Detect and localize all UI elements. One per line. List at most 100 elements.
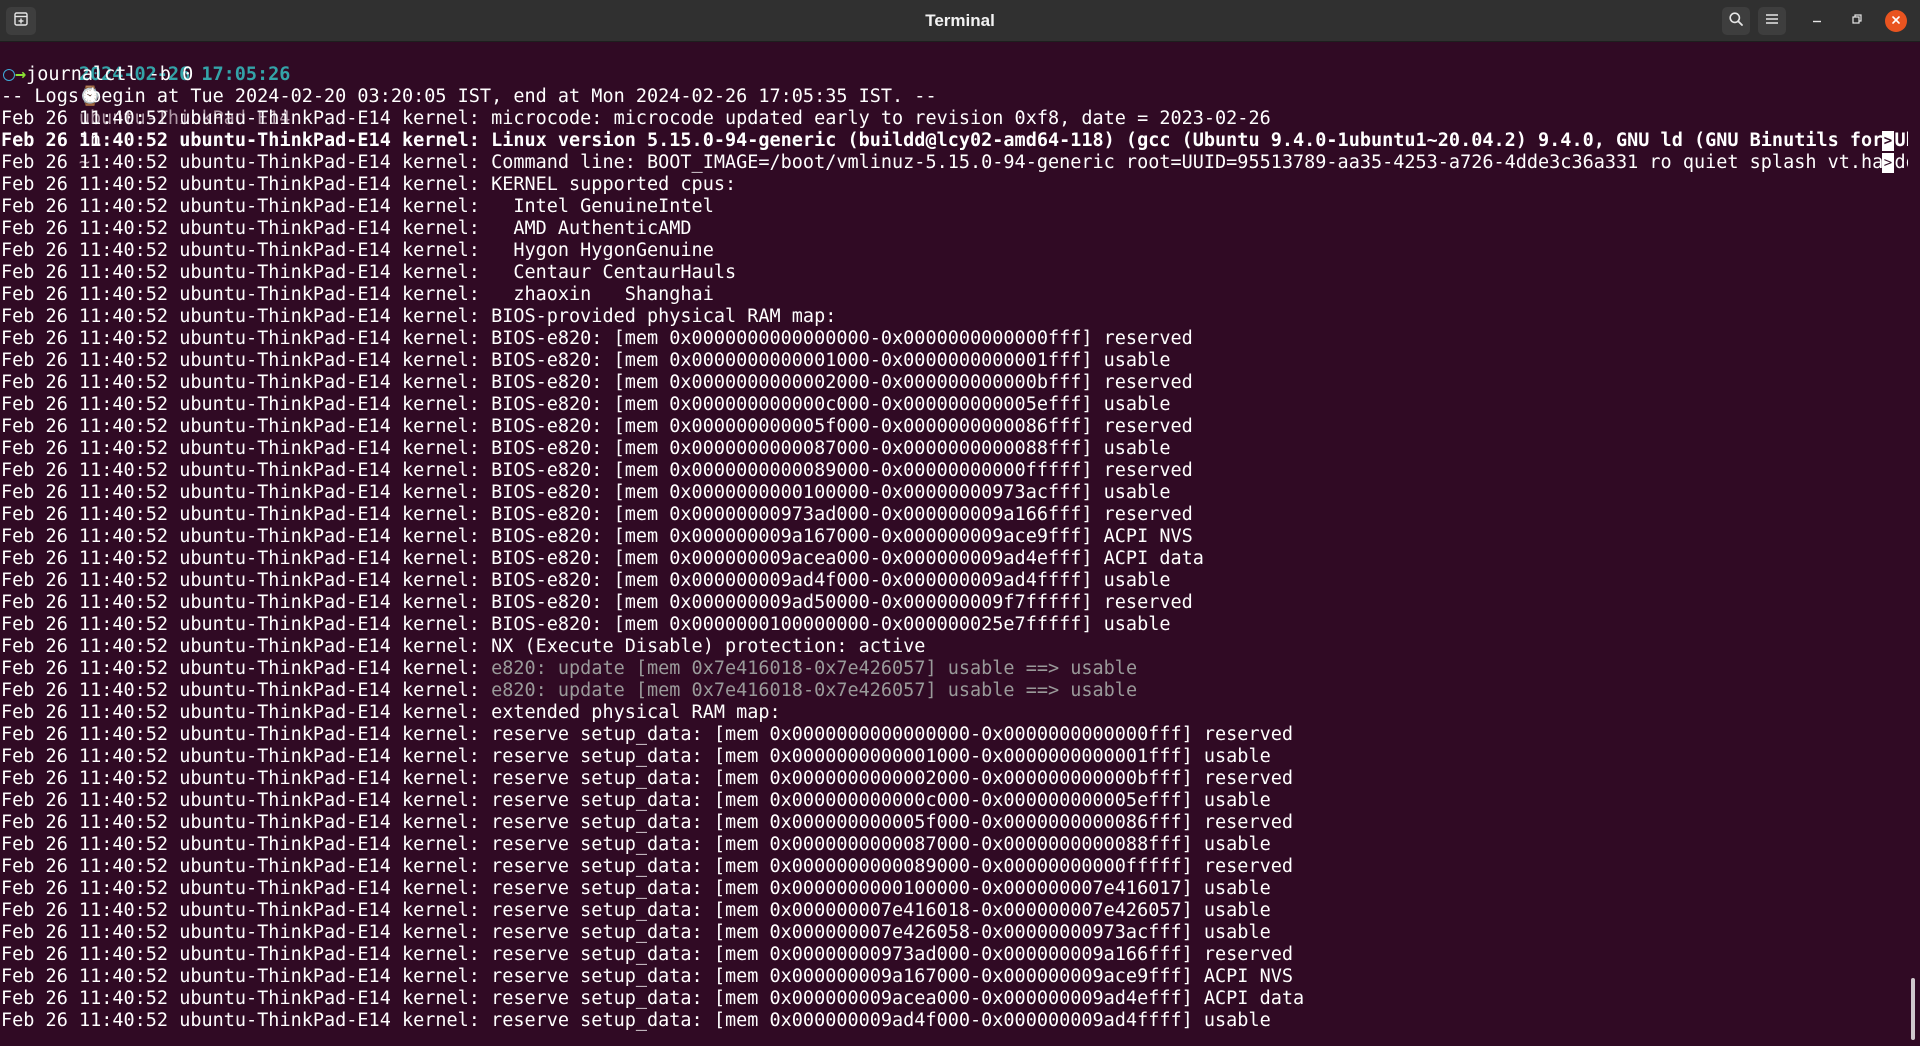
log-line-text: Feb 26 11:40:52 ubuntu-ThinkPad-E14 kern… [1, 944, 1294, 965]
log-line-text: Feb 26 11:40:52 ubuntu-ThinkPad-E14 kern… [1, 1010, 1271, 1031]
log-line: Feb 26 11:40:52 ubuntu-ThinkPad-E14 kern… [0, 878, 1908, 900]
log-line-text: Feb 26 11:40:52 ubuntu-ThinkPad-E14 kern… [1, 196, 714, 217]
log-line: Feb 26 11:40:52 ubuntu-ThinkPad-E14 kern… [0, 702, 1908, 724]
log-line-text: Feb 26 11:40:52 ubuntu-ThinkPad-E14 kern… [1, 834, 1271, 855]
menu-button[interactable] [1758, 7, 1786, 35]
log-line: Feb 26 11:40:52 ubuntu-ThinkPad-E14 kern… [0, 504, 1908, 526]
log-line: Feb 26 11:40:52 ubuntu-ThinkPad-E14 kern… [0, 130, 1908, 152]
log-line-text: Feb 26 11:40:52 ubuntu-ThinkPad-E14 kern… [1, 108, 1271, 129]
log-line-text: -- Logs begin at Tue 2024-02-20 03:20:05… [1, 86, 937, 107]
new-tab-icon [13, 11, 29, 32]
log-line: Feb 26 11:40:52 ubuntu-ThinkPad-E14 kern… [0, 218, 1908, 240]
log-line-text: Feb 26 11:40:52 ubuntu-ThinkPad-E14 kern… [1, 878, 1271, 899]
log-line: Feb 26 11:40:52 ubuntu-ThinkPad-E14 kern… [0, 900, 1908, 922]
log-line-text: Feb 26 11:40:52 ubuntu-ThinkPad-E14 kern… [1, 240, 714, 261]
log-line: Feb 26 11:40:52 ubuntu-ThinkPad-E14 kern… [0, 856, 1908, 878]
log-line-text: Feb 26 11:40:52 ubuntu-ThinkPad-E14 kern… [1, 262, 737, 283]
log-line-text: Feb 26 11:40:52 ubuntu-ThinkPad-E14 kern… [1, 372, 1193, 393]
new-tab-button[interactable] [6, 7, 36, 35]
close-button[interactable] [1885, 10, 1907, 32]
log-line: Feb 26 11:40:52 ubuntu-ThinkPad-E14 kern… [0, 482, 1908, 504]
log-line-text: Feb 26 11:40:52 ubuntu-ThinkPad-E14 kern… [1, 614, 1171, 635]
log-line: Feb 26 11:40:52 ubuntu-ThinkPad-E14 kern… [0, 284, 1908, 306]
log-line-text: Feb 26 11:40:52 ubuntu-ThinkPad-E14 kern… [1, 174, 737, 195]
log-line: Feb 26 11:40:52 ubuntu-ThinkPad-E14 kern… [0, 328, 1908, 350]
log-line: -- Logs begin at Tue 2024-02-20 03:20:05… [0, 86, 1908, 108]
log-output: -- Logs begin at Tue 2024-02-20 03:20:05… [0, 86, 1908, 1032]
log-line: Feb 26 11:40:52 ubuntu-ThinkPad-E14 kern… [0, 570, 1908, 592]
terminal-output[interactable]: 2024-02-26 17:05:26 ⌚ ubuntu-ThinkPad-E1… [0, 42, 1908, 1046]
log-line-text: Feb 26 11:40:52 ubuntu-ThinkPad-E14 kern… [1, 218, 692, 239]
log-line: Feb 26 11:40:52 ubuntu-ThinkPad-E14 kern… [0, 812, 1908, 834]
search-icon [1728, 11, 1744, 32]
log-line-text: Feb 26 11:40:52 ubuntu-ThinkPad-E14 kern… [1, 394, 1171, 415]
log-line: Feb 26 11:40:52 ubuntu-ThinkPad-E14 kern… [0, 108, 1908, 130]
log-line: Feb 26 11:40:52 ubuntu-ThinkPad-E14 kern… [0, 834, 1908, 856]
log-line-text: Feb 26 11:40:52 ubuntu-ThinkPad-E14 kern… [1, 438, 1171, 459]
log-line: Feb 26 11:40:52 ubuntu-ThinkPad-E14 kern… [0, 988, 1908, 1010]
log-line-text: Feb 26 11:40:52 ubuntu-ThinkPad-E14 kern… [1, 988, 1305, 1009]
close-icon [1891, 12, 1901, 30]
scrollbar-thumb[interactable] [1911, 978, 1915, 1040]
log-line: Feb 26 11:40:52 ubuntu-ThinkPad-E14 kern… [0, 174, 1908, 196]
search-button[interactable] [1722, 7, 1750, 35]
log-line-text: Feb 26 11:40:52 ubuntu-ThinkPad-E14 kern… [1, 812, 1294, 833]
log-line-text: Feb 26 11:40:52 ubuntu-ThinkPad-E14 kern… [1, 570, 1171, 591]
log-line: Feb 26 11:40:52 ubuntu-ThinkPad-E14 kern… [0, 394, 1908, 416]
truncation-marker: > [1882, 131, 1894, 151]
title-bar[interactable]: Terminal [0, 0, 1920, 42]
log-line: Feb 26 11:40:52 ubuntu-ThinkPad-E14 kern… [0, 262, 1908, 284]
log-line-text: Feb 26 11:40:52 ubuntu-ThinkPad-E14 kern… [1, 856, 1294, 877]
truncation-marker: > [1882, 153, 1894, 173]
log-line: Feb 26 11:40:52 ubuntu-ThinkPad-E14 kern… [0, 724, 1908, 746]
log-line: Feb 26 11:40:52 ubuntu-ThinkPad-E14 kern… [0, 240, 1908, 262]
maximize-icon [1851, 12, 1863, 30]
log-line: Feb 26 11:40:52 ubuntu-ThinkPad-E14 kern… [0, 526, 1908, 548]
log-line-text: Feb 26 11:40:52 ubuntu-ThinkPad-E14 kern… [1, 790, 1271, 811]
hamburger-menu-icon [1765, 12, 1779, 31]
command-text: journalctl -b 0 [26, 64, 194, 85]
log-line-text: Feb 26 11:40:52 ubuntu-ThinkPad-E14 kern… [1, 548, 1204, 569]
log-line: Feb 26 11:40:52 ubuntu-ThinkPad-E14 kern… [0, 438, 1908, 460]
maximize-button[interactable] [1845, 9, 1869, 33]
log-line-text: Feb 26 11:40:52 ubuntu-ThinkPad-E14 kern… [1, 526, 1193, 547]
log-line-dim-text: e820: update [mem 0x7e416018-0x7e426057]… [491, 680, 1138, 701]
log-line: Feb 26 11:40:52 ubuntu-ThinkPad-E14 kern… [0, 592, 1908, 614]
log-line: Feb 26 11:40:52 ubuntu-ThinkPad-E14 kern… [0, 196, 1908, 218]
log-line: Feb 26 11:40:52 ubuntu-ThinkPad-E14 kern… [0, 680, 1908, 702]
log-line-text: Feb 26 11:40:52 ubuntu-ThinkPad-E14 kern… [1, 306, 837, 327]
log-line: Feb 26 11:40:52 ubuntu-ThinkPad-E14 kern… [0, 416, 1908, 438]
log-line-text: Feb 26 11:40:52 ubuntu-ThinkPad-E14 kern… [1, 350, 1171, 371]
log-line-text: Feb 26 11:40:52 ubuntu-ThinkPad-E14 kern… [1, 724, 1294, 745]
log-line: Feb 26 11:40:52 ubuntu-ThinkPad-E14 kern… [0, 614, 1908, 636]
log-line: Feb 26 11:40:52 ubuntu-ThinkPad-E14 kern… [0, 922, 1908, 944]
log-line-text: Feb 26 11:40:52 ubuntu-ThinkPad-E14 kern… [1, 768, 1294, 789]
log-line: Feb 26 11:40:52 ubuntu-ThinkPad-E14 kern… [0, 306, 1908, 328]
log-line-text: Feb 26 11:40:52 ubuntu-ThinkPad-E14 kern… [1, 702, 781, 723]
log-line-text: Feb 26 11:40:52 ubuntu-ThinkPad-E14 kern… [1, 152, 1908, 173]
log-line-text: Feb 26 11:40:52 ubuntu-ThinkPad-E14 kern… [1, 658, 492, 679]
prompt-arrow: → [15, 64, 27, 85]
log-line: Feb 26 11:40:52 ubuntu-ThinkPad-E14 kern… [0, 1010, 1908, 1032]
prompt-line: 2024-02-26 17:05:26 ⌚ ubuntu-ThinkPad-E1… [0, 42, 1908, 173]
minimize-button[interactable] [1805, 9, 1829, 33]
log-line: Feb 26 11:40:52 ubuntu-ThinkPad-E14 kern… [0, 152, 1908, 174]
log-line: Feb 26 11:40:52 ubuntu-ThinkPad-E14 kern… [0, 350, 1908, 372]
log-line-text: Feb 26 11:40:52 ubuntu-ThinkPad-E14 kern… [1, 966, 1294, 987]
log-line: Feb 26 11:40:52 ubuntu-ThinkPad-E14 kern… [0, 746, 1908, 768]
log-line-text: Feb 26 11:40:52 ubuntu-ThinkPad-E14 kern… [1, 130, 1908, 151]
log-line-text: Feb 26 11:40:52 ubuntu-ThinkPad-E14 kern… [1, 416, 1193, 437]
status-circle-icon [3, 69, 15, 81]
log-line-text: Feb 26 11:40:52 ubuntu-ThinkPad-E14 kern… [1, 922, 1271, 943]
minimize-icon [1811, 12, 1823, 30]
window-title: Terminal [925, 11, 995, 30]
log-line-text: Feb 26 11:40:52 ubuntu-ThinkPad-E14 kern… [1, 636, 926, 657]
log-line: Feb 26 11:40:52 ubuntu-ThinkPad-E14 kern… [0, 790, 1908, 812]
log-line-text: Feb 26 11:40:52 ubuntu-ThinkPad-E14 kern… [1, 504, 1193, 525]
log-line: Feb 26 11:40:52 ubuntu-ThinkPad-E14 kern… [0, 548, 1908, 570]
log-line: Feb 26 11:40:52 ubuntu-ThinkPad-E14 kern… [0, 658, 1908, 680]
log-line-text: Feb 26 11:40:52 ubuntu-ThinkPad-E14 kern… [1, 482, 1171, 503]
log-line-text: Feb 26 11:40:52 ubuntu-ThinkPad-E14 kern… [1, 900, 1271, 921]
terminal-window: Terminal 2024-02-26 17:05:26 ⌚ ubuntu-Th… [0, 0, 1920, 1046]
log-line-text: Feb 26 11:40:52 ubuntu-ThinkPad-E14 kern… [1, 284, 714, 305]
